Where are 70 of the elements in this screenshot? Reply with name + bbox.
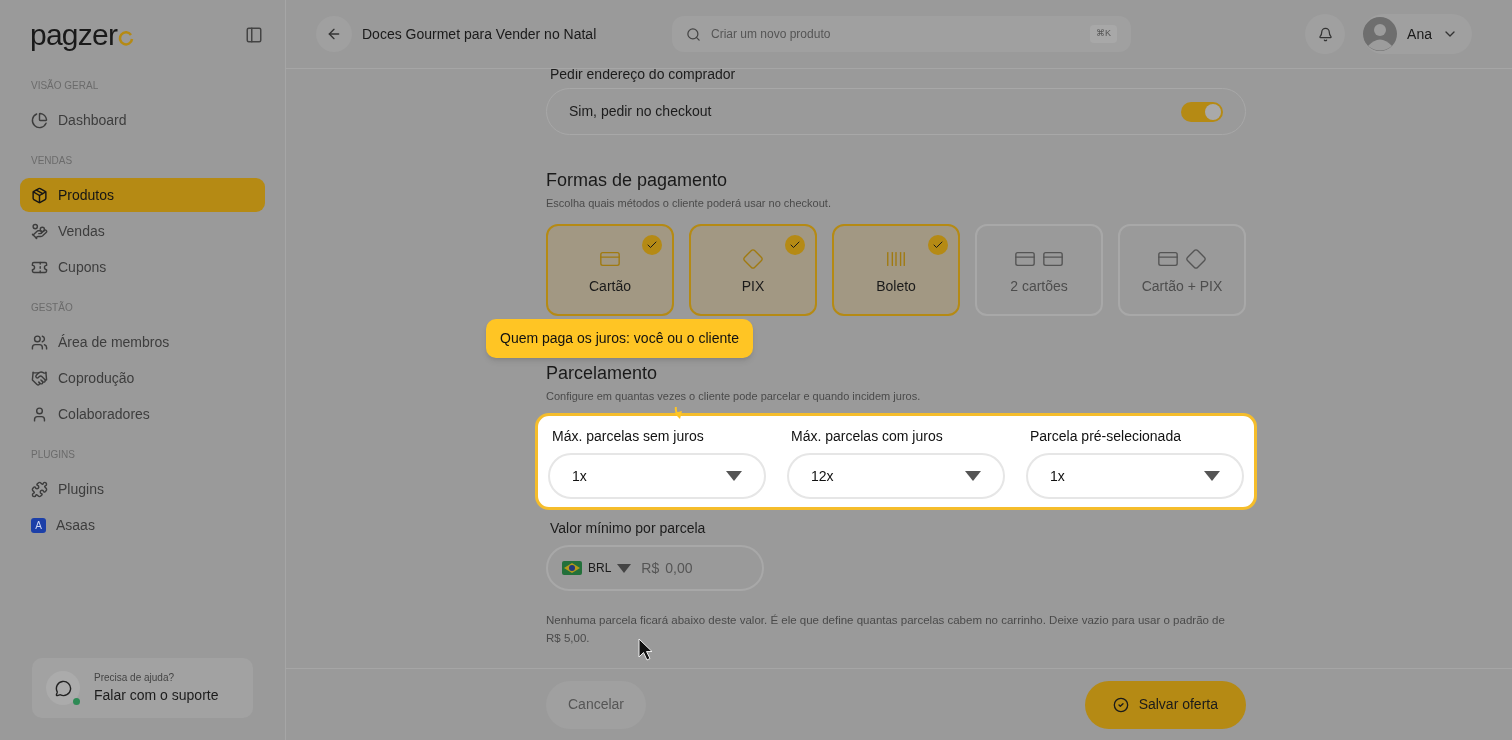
- select-field[interactable]: 1x: [548, 453, 766, 499]
- amount-input[interactable]: 0,00: [665, 557, 746, 579]
- panel-toggle-icon[interactable]: [245, 26, 263, 44]
- section-heading: Formas de pagamento: [546, 169, 729, 191]
- select-field[interactable]: 12x: [787, 453, 1005, 499]
- hand-coins-icon: [31, 222, 48, 240]
- ring-logo-icon: [118, 31, 135, 47]
- field-label: Máx. parcelas sem juros: [551, 427, 705, 446]
- nav-item[interactable]: A Asaas: [20, 508, 265, 542]
- back-icon: [326, 26, 342, 42]
- cancel-button[interactable]: Cancelar: [546, 680, 647, 729]
- puzzle-icon: [31, 480, 48, 498]
- check-circle-icon: [1112, 696, 1129, 713]
- select-field[interactable]: 1x: [1026, 453, 1244, 499]
- field-label: Valor mínimo por parcela: [549, 519, 707, 538]
- nav-item[interactable]: Coprodução: [20, 361, 265, 395]
- payment-method-card[interactable]: PIX: [689, 223, 817, 316]
- page-title: Doces Gourmet para Vender no Natal: [362, 24, 598, 44]
- dropdown-caret-icon: [965, 471, 981, 481]
- help-text: Nenhuma parcela ficará abaixo deste valor. É ele que define quantas parcelas cabem no carrinho. Deixe vazio para usar o padrão de R$ 5,00.: [546, 613, 1226, 646]
- dropdown-caret-icon: [617, 563, 632, 573]
- pie-chart-icon: [31, 111, 48, 129]
- logo: pagzer: [30, 20, 118, 50]
- nav-item[interactable]: Produtos: [20, 178, 265, 212]
- payment-method-card[interactable]: Cartão + PIX: [1118, 223, 1246, 316]
- nav-item[interactable]: Vendas: [20, 214, 265, 248]
- search-field[interactable]: Criar um novo produto ⌘K: [672, 16, 1131, 52]
- payment-method-card[interactable]: 2 cartões: [975, 223, 1103, 316]
- search-input[interactable]: Criar um novo produto: [711, 25, 1080, 43]
- bell-icon: [1317, 26, 1333, 42]
- diamond-icon: [1185, 248, 1207, 270]
- brazil-flag-icon: [562, 561, 582, 575]
- user-menu[interactable]: Ana: [1363, 14, 1472, 54]
- field-label: Pedir endereço do comprador: [549, 69, 737, 82]
- letter-icon: A: [31, 517, 46, 533]
- section-description: Escolha quais métodos o cliente poderá usar no checkout.: [546, 196, 832, 211]
- currency-field[interactable]: BRL R$ 0,00: [546, 545, 764, 591]
- field-label: Parcela pré-selecionada: [1029, 427, 1182, 446]
- mouse-cursor-icon: [638, 638, 654, 662]
- nav-item[interactable]: Cupons: [20, 250, 265, 284]
- dropdown-caret-icon: [1204, 471, 1220, 481]
- user-icon: [31, 405, 48, 423]
- nav-item[interactable]: Plugins: [20, 472, 265, 506]
- check-badge-icon: [642, 234, 662, 255]
- field-label: Máx. parcelas com juros: [790, 427, 944, 446]
- package-icon: [31, 186, 48, 204]
- section-heading: Parcelamento: [546, 361, 658, 384]
- save-button[interactable]: Salvar oferta: [1084, 680, 1246, 729]
- notifications-button[interactable]: [1305, 14, 1346, 54]
- tooltip: Quem paga os juros: você ou o cliente: [486, 319, 753, 358]
- users-icon: [31, 333, 48, 351]
- check-badge-icon: [928, 234, 948, 255]
- search-icon: [686, 26, 701, 42]
- dropdown-caret-icon: [726, 471, 742, 481]
- support-card[interactable]: Precisa de ajuda? Falar com o suporte: [32, 658, 253, 718]
- support-hint: Precisa de ajuda?: [94, 671, 176, 685]
- nav-item[interactable]: Dashboard: [20, 103, 265, 137]
- payment-method-card[interactable]: Cartão: [546, 223, 674, 316]
- payment-method-card[interactable]: Boleto: [832, 223, 960, 316]
- handshake-icon: [31, 369, 48, 387]
- avatar-icon: [1363, 17, 1398, 51]
- section-description: Configure em quantas vezes o cliente pode parcelar e quando incidem juros.: [546, 388, 921, 404]
- nav-item[interactable]: Área de membros: [20, 325, 265, 359]
- diamond-icon: [742, 248, 764, 270]
- back-button[interactable]: [316, 16, 352, 52]
- check-badge-icon: [785, 234, 805, 255]
- nav-item[interactable]: Colaboradores: [20, 397, 265, 431]
- support-label: Falar com o suporte: [94, 686, 219, 705]
- toggle-switch[interactable]: [1181, 101, 1223, 122]
- shortcut-badge: ⌘K: [1090, 25, 1117, 43]
